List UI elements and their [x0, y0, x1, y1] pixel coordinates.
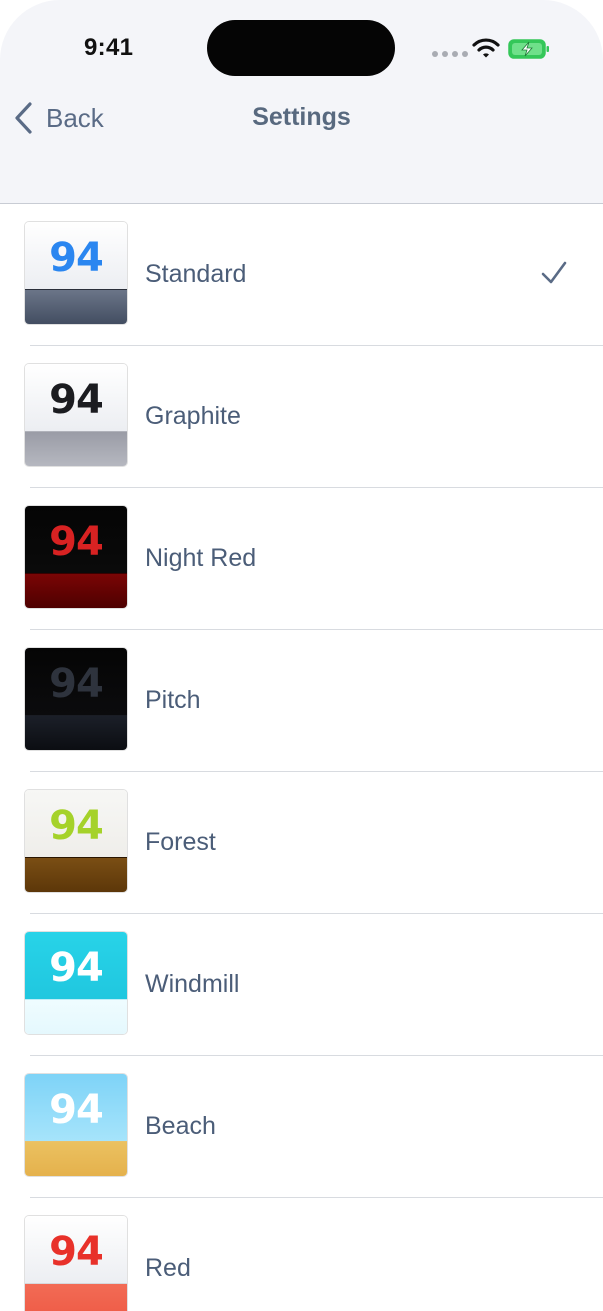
theme-preview-swatch: 94	[24, 1073, 128, 1177]
preview-number: 94	[49, 519, 104, 565]
theme-row-night-red[interactable]: 94 Night Red	[0, 488, 603, 630]
dynamic-island	[207, 20, 395, 76]
theme-label: Windmill	[145, 970, 240, 998]
preview-number: 94	[49, 1087, 104, 1133]
preview-number: 94	[49, 945, 104, 991]
theme-preview-swatch: 94	[24, 505, 128, 609]
preview-number: 94	[49, 803, 104, 849]
theme-label: Red	[145, 1254, 191, 1282]
preview-number: 94	[49, 377, 104, 423]
theme-preview-swatch: 94	[24, 221, 128, 325]
theme-preview-swatch: 94	[24, 1215, 128, 1311]
checkmark-icon	[541, 261, 567, 284]
theme-preview-swatch: 94	[24, 931, 128, 1035]
cellular-signal-icon	[432, 51, 468, 57]
wifi-icon	[472, 38, 500, 58]
theme-label: Pitch	[145, 686, 201, 714]
theme-row-red[interactable]: 94 Red	[0, 1198, 603, 1311]
theme-row-beach[interactable]: 94 Beach	[0, 1056, 603, 1198]
navigation-header: 9:41 Back Settings	[0, 0, 603, 204]
theme-list: 94 Standard 94 Graphite 94 Night Red 94 Pitch 94…	[0, 204, 603, 1311]
theme-preview-swatch: 94	[24, 789, 128, 893]
theme-row-pitch[interactable]: 94 Pitch	[0, 630, 603, 772]
theme-row-windmill[interactable]: 94 Windmill	[0, 914, 603, 1056]
theme-label: Forest	[145, 828, 216, 856]
settings-screen: 9:41 Back Settings 94 Standard 94 Graphite 9…	[0, 0, 603, 1311]
theme-row-graphite[interactable]: 94 Graphite	[0, 346, 603, 488]
theme-row-standard[interactable]: 94 Standard	[0, 204, 603, 346]
preview-number: 94	[49, 661, 104, 707]
page-title: Settings	[252, 103, 351, 131]
theme-preview-swatch: 94	[24, 363, 128, 467]
battery-charging-icon	[508, 39, 549, 59]
theme-row-forest[interactable]: 94 Forest	[0, 772, 603, 914]
theme-preview-swatch: 94	[24, 647, 128, 751]
preview-number: 94	[49, 1229, 104, 1275]
theme-label: Night Red	[145, 544, 257, 572]
theme-label: Standard	[145, 260, 247, 288]
preview-number: 94	[49, 235, 104, 281]
theme-label: Graphite	[145, 402, 241, 430]
status-time: 9:41	[84, 34, 134, 61]
theme-label: Beach	[145, 1112, 216, 1140]
